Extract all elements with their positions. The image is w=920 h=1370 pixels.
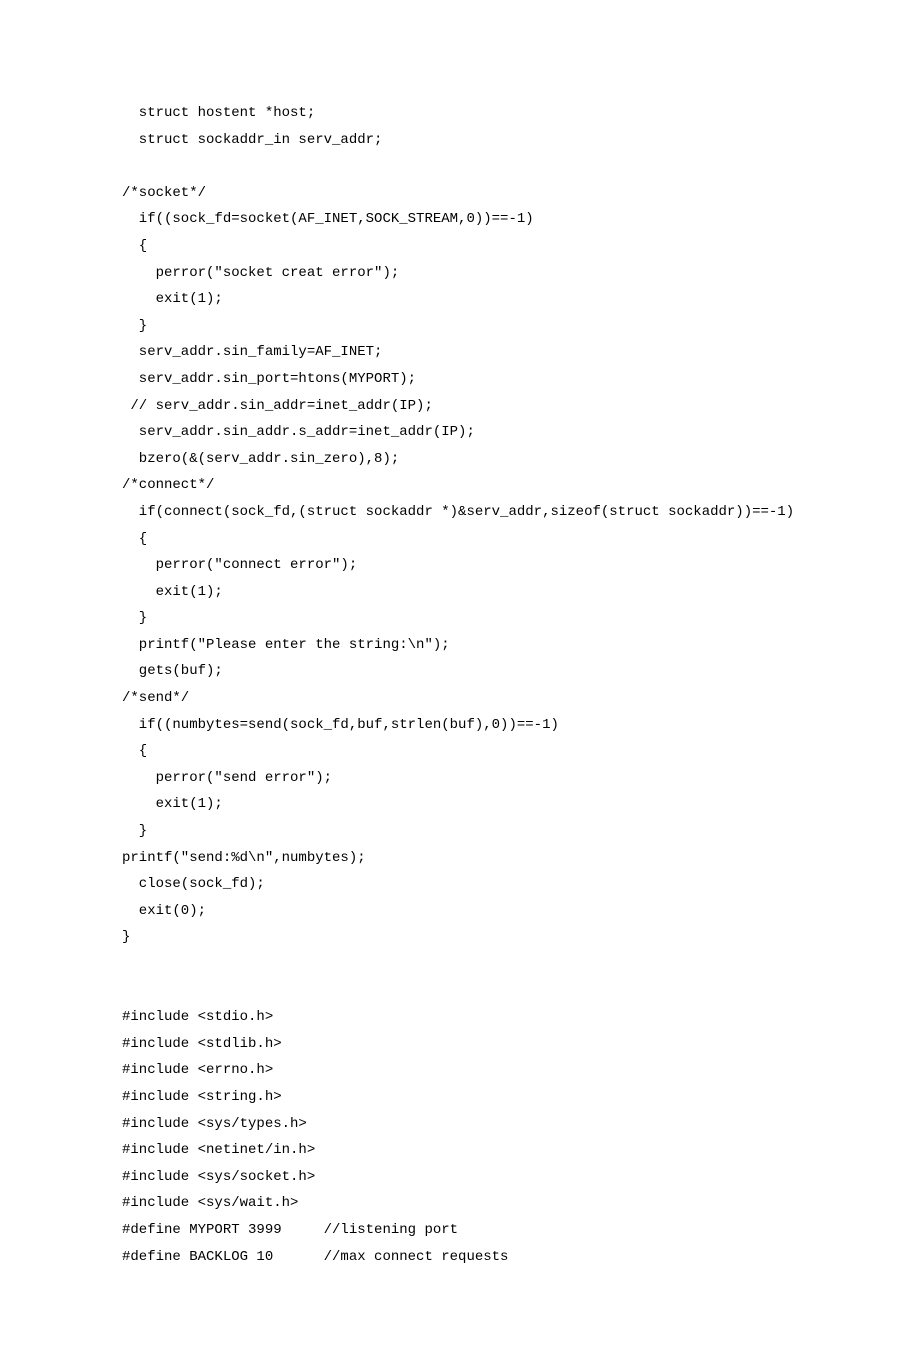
code-line bbox=[122, 951, 798, 978]
code-line: } bbox=[122, 818, 798, 845]
code-line: struct hostent *host; bbox=[122, 100, 798, 127]
code-line: } bbox=[122, 605, 798, 632]
code-line: #include <netinet/in.h> bbox=[122, 1137, 798, 1164]
code-line: #include <string.h> bbox=[122, 1084, 798, 1111]
code-line: { bbox=[122, 526, 798, 553]
code-block: struct hostent *host; struct sockaddr_in… bbox=[122, 100, 798, 1270]
code-line: perror("socket creat error"); bbox=[122, 260, 798, 287]
code-line: gets(buf); bbox=[122, 658, 798, 685]
code-line: exit(1); bbox=[122, 286, 798, 313]
code-line: #include <stdio.h> bbox=[122, 1004, 798, 1031]
code-line: if((numbytes=send(sock_fd,buf,strlen(buf… bbox=[122, 712, 798, 739]
code-line: #include <errno.h> bbox=[122, 1057, 798, 1084]
code-line: if((sock_fd=socket(AF_INET,SOCK_STREAM,0… bbox=[122, 206, 798, 233]
code-line: } bbox=[122, 924, 798, 951]
code-line bbox=[122, 978, 798, 1005]
code-line: printf("Please enter the string:\n"); bbox=[122, 632, 798, 659]
code-line: close(sock_fd); bbox=[122, 871, 798, 898]
code-line: #include <stdlib.h> bbox=[122, 1031, 798, 1058]
code-line: { bbox=[122, 233, 798, 260]
code-line: exit(1); bbox=[122, 579, 798, 606]
code-line: serv_addr.sin_addr.s_addr=inet_addr(IP); bbox=[122, 419, 798, 446]
code-line: perror("connect error"); bbox=[122, 552, 798, 579]
code-line: #include <sys/types.h> bbox=[122, 1111, 798, 1138]
code-line: /*send*/ bbox=[122, 685, 798, 712]
code-line: perror("send error"); bbox=[122, 765, 798, 792]
code-line: /*connect*/ bbox=[122, 472, 798, 499]
code-line: struct sockaddr_in serv_addr; bbox=[122, 127, 798, 154]
code-line: serv_addr.sin_family=AF_INET; bbox=[122, 339, 798, 366]
code-line: #include <sys/socket.h> bbox=[122, 1164, 798, 1191]
code-line: serv_addr.sin_port=htons(MYPORT); bbox=[122, 366, 798, 393]
code-line: { bbox=[122, 738, 798, 765]
code-line: /*socket*/ bbox=[122, 180, 798, 207]
code-line: } bbox=[122, 313, 798, 340]
code-line: // serv_addr.sin_addr=inet_addr(IP); bbox=[122, 393, 798, 420]
code-line: exit(1); bbox=[122, 791, 798, 818]
code-line: exit(0); bbox=[122, 898, 798, 925]
code-line: #include <sys/wait.h> bbox=[122, 1190, 798, 1217]
code-line: bzero(&(serv_addr.sin_zero),8); bbox=[122, 446, 798, 473]
code-line: if(connect(sock_fd,(struct sockaddr *)&s… bbox=[122, 499, 798, 526]
code-line bbox=[122, 153, 798, 180]
code-line: printf("send:%d\n",numbytes); bbox=[122, 845, 798, 872]
document-page: struct hostent *host; struct sockaddr_in… bbox=[0, 0, 920, 1370]
code-line: #define BACKLOG 10 //max connect request… bbox=[122, 1244, 798, 1271]
code-line: #define MYPORT 3999 //listening port bbox=[122, 1217, 798, 1244]
